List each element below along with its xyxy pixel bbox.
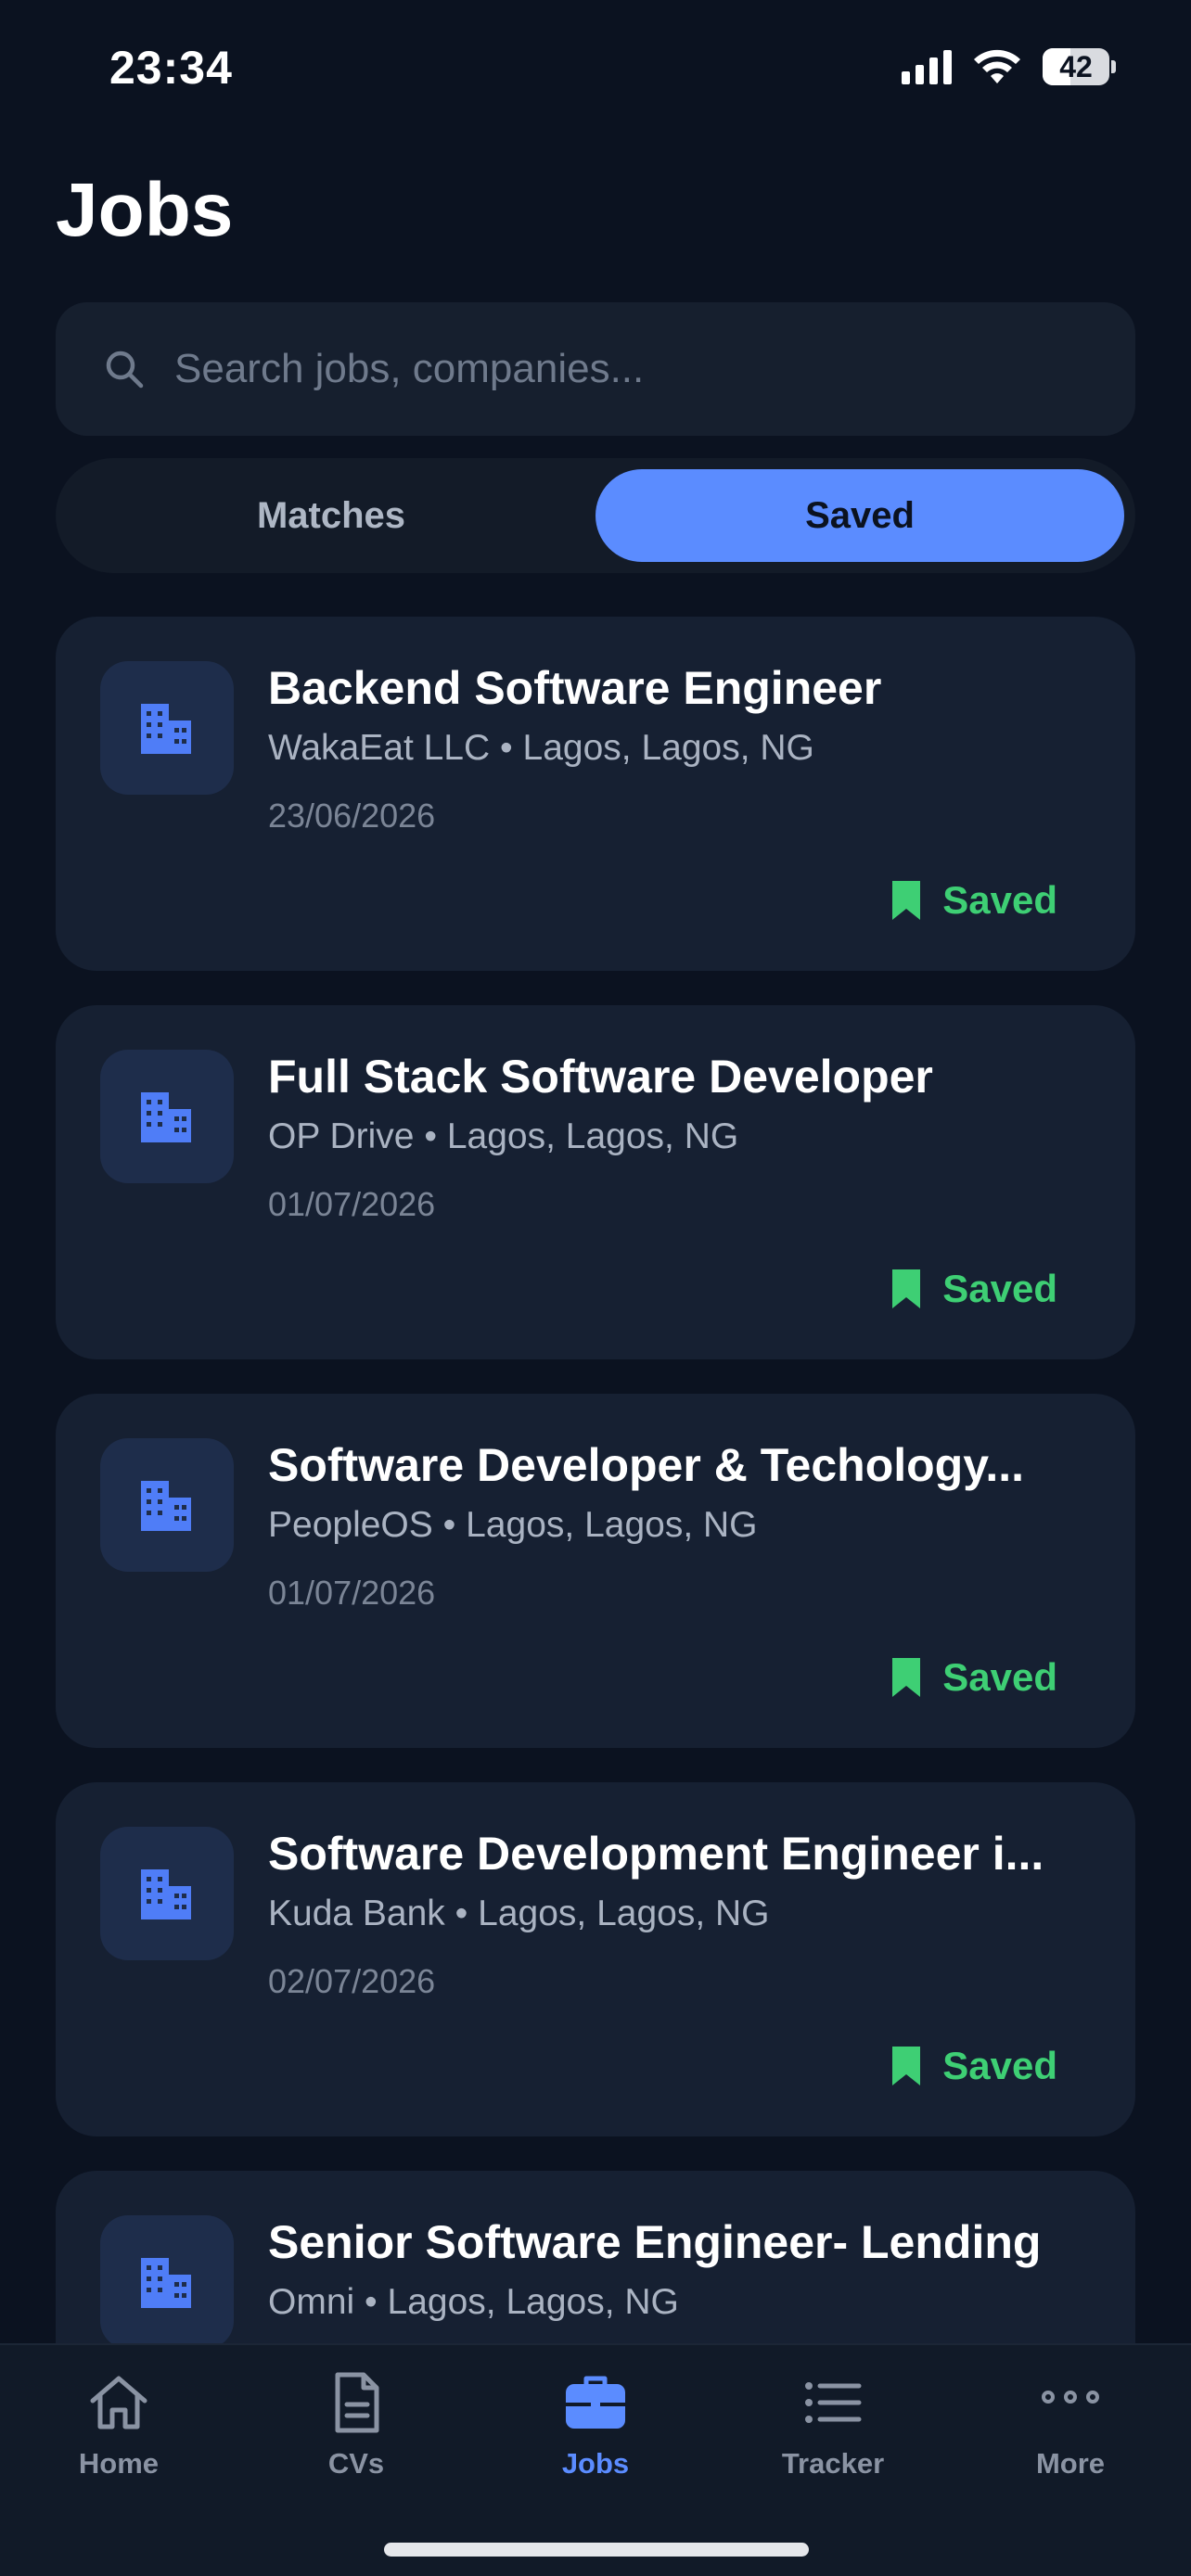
segment-saved[interactable]: Saved bbox=[596, 469, 1124, 562]
job-date: 01/07/2026 bbox=[268, 1574, 436, 1612]
job-company: PeopleOS bbox=[268, 1505, 433, 1545]
job-title: Software Developer & Techology... bbox=[268, 1439, 1024, 1491]
building-icon bbox=[141, 704, 191, 754]
status-bar: 23:34 42 bbox=[0, 0, 1191, 139]
list-icon bbox=[805, 2382, 862, 2423]
company-logo bbox=[100, 2215, 234, 2349]
job-date: 23/06/2026 bbox=[268, 797, 436, 835]
search-input[interactable] bbox=[173, 301, 1135, 437]
job-company-location: WakaEat LLC • Lagos, Lagos, NG bbox=[268, 728, 1084, 769]
bookmark-icon bbox=[892, 1658, 921, 1697]
saved-label: Saved bbox=[942, 1655, 1057, 1699]
status-icons: 42 bbox=[902, 45, 1116, 89]
saved-button[interactable]: Saved bbox=[892, 2044, 1057, 2088]
company-logo bbox=[100, 1050, 234, 1183]
job-title: Software Development Engineer i... bbox=[268, 1828, 1044, 1880]
battery-icon: 42 bbox=[1043, 48, 1116, 85]
job-company-location: OP Drive • Lagos, Lagos, NG bbox=[268, 1116, 1084, 1157]
bookmark-icon bbox=[892, 1269, 921, 1308]
job-date: 02/07/2026 bbox=[268, 1962, 436, 2000]
job-title: Backend Software Engineer bbox=[268, 662, 882, 714]
bookmark-icon bbox=[892, 881, 921, 920]
job-company: Omni bbox=[268, 2282, 355, 2322]
jobs-screen: 23:34 42 Jobs Search jobs, companies... … bbox=[0, 0, 1191, 2576]
saved-button[interactable]: Saved bbox=[892, 878, 1057, 923]
job-company: WakaEat LLC bbox=[268, 728, 491, 768]
cellular-signal-icon bbox=[902, 49, 952, 84]
home-indicator[interactable] bbox=[384, 2543, 809, 2557]
search-icon bbox=[106, 351, 144, 389]
bottom-tab-bar: Home CVs Jobs Tracker More bbox=[0, 2343, 1191, 2576]
tab-label: Jobs bbox=[561, 2447, 630, 2480]
search-bar[interactable] bbox=[56, 301, 1135, 437]
job-card[interactable]: Software Development Engineer i... Kuda … bbox=[56, 1782, 1135, 2136]
tab-label: Home bbox=[78, 2447, 160, 2480]
job-company: Kuda Bank bbox=[268, 1894, 445, 1933]
tab-label: CVs bbox=[327, 2447, 385, 2480]
job-location: Lagos, Lagos, NG bbox=[387, 2282, 679, 2322]
saved-button[interactable]: Saved bbox=[892, 1655, 1057, 1700]
job-date: 01/07/2026 bbox=[268, 1185, 436, 1223]
tab-tracker[interactable]: Tracker bbox=[740, 2369, 926, 2499]
matches-saved-toggle: Matches Saved bbox=[56, 458, 1135, 573]
job-location: Lagos, Lagos, NG bbox=[478, 1894, 770, 1933]
job-company-location: Kuda Bank • Lagos, Lagos, NG bbox=[268, 1894, 1084, 1934]
building-icon bbox=[141, 1092, 191, 1142]
meta-separator: • bbox=[455, 1894, 468, 1933]
job-title: Senior Software Engineer- Lending bbox=[268, 2216, 1042, 2268]
company-logo bbox=[100, 1827, 234, 1960]
job-list: Backend Software Engineer WakaEat LLC • … bbox=[56, 617, 1135, 2559]
building-icon bbox=[141, 2258, 191, 2308]
tab-home[interactable]: Home bbox=[26, 2369, 211, 2499]
job-location: Lagos, Lagos, NG bbox=[446, 1116, 739, 1156]
building-icon bbox=[141, 1481, 191, 1531]
battery-percentage: 42 bbox=[1059, 50, 1093, 83]
tab-more[interactable]: More bbox=[978, 2369, 1163, 2499]
company-logo bbox=[100, 661, 234, 795]
building-icon bbox=[141, 1869, 191, 1919]
job-title: Full Stack Software Developer bbox=[268, 1051, 933, 1103]
tab-jobs[interactable]: Jobs bbox=[503, 2369, 688, 2499]
meta-separator: • bbox=[365, 2282, 378, 2322]
status-time: 23:34 bbox=[109, 42, 233, 94]
job-card[interactable]: Backend Software Engineer WakaEat LLC • … bbox=[56, 617, 1135, 971]
bookmark-icon bbox=[892, 2047, 921, 2085]
page-title: Jobs bbox=[56, 168, 234, 252]
job-company-location: Omni • Lagos, Lagos, NG bbox=[268, 2282, 1084, 2323]
meta-separator: • bbox=[424, 1116, 437, 1156]
home-icon bbox=[90, 2376, 147, 2429]
meta-separator: • bbox=[500, 728, 513, 768]
briefcase-icon bbox=[566, 2376, 625, 2429]
job-location: Lagos, Lagos, NG bbox=[522, 728, 814, 768]
wifi-icon bbox=[974, 49, 1020, 83]
tab-label: Tracker bbox=[781, 2447, 885, 2480]
job-card[interactable]: Software Developer & Techology... People… bbox=[56, 1394, 1135, 1748]
saved-label: Saved bbox=[942, 1267, 1057, 1310]
tab-cvs[interactable]: CVs bbox=[263, 2369, 449, 2499]
tab-label: More bbox=[1035, 2447, 1106, 2480]
meta-separator: • bbox=[442, 1505, 456, 1545]
job-company-location: PeopleOS • Lagos, Lagos, NG bbox=[268, 1505, 1084, 1546]
job-card[interactable]: Full Stack Software Developer OP Drive •… bbox=[56, 1005, 1135, 1359]
company-logo bbox=[100, 1438, 234, 1572]
job-location: Lagos, Lagos, NG bbox=[466, 1505, 758, 1545]
segment-matches[interactable]: Matches bbox=[67, 469, 596, 562]
saved-label: Saved bbox=[942, 2044, 1057, 2087]
more-icon bbox=[1042, 2391, 1099, 2404]
saved-label: Saved bbox=[942, 878, 1057, 922]
document-icon bbox=[335, 2372, 379, 2433]
job-company: OP Drive bbox=[268, 1116, 415, 1156]
saved-button[interactable]: Saved bbox=[892, 1267, 1057, 1311]
